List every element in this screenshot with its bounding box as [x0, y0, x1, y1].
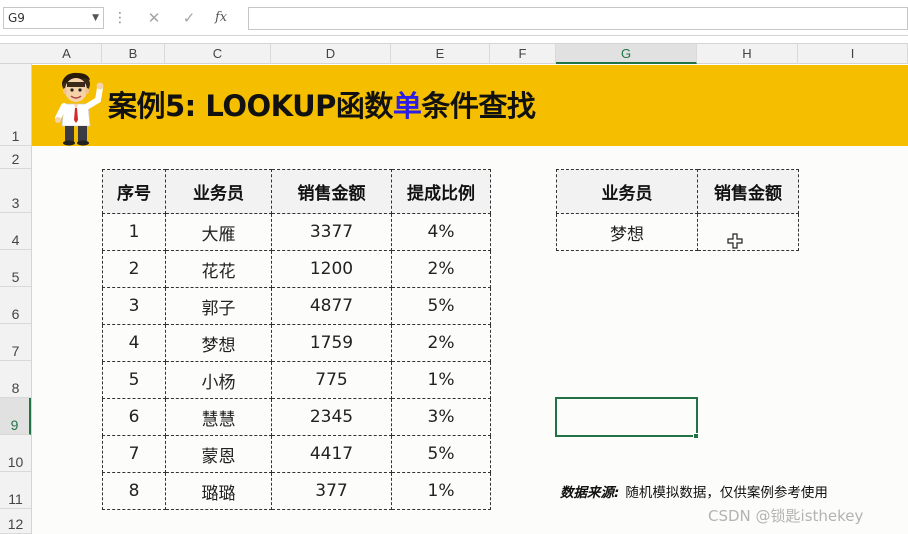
lookup-table: 业务员 销售金额 梦想 — [556, 169, 799, 251]
header-commission-rate[interactable]: 提成比例 — [391, 169, 491, 214]
row-header-11[interactable]: 11 — [0, 472, 31, 509]
cell-commission-rate[interactable]: 2% — [391, 324, 491, 362]
header-sales-amount[interactable]: 销售金额 — [271, 169, 392, 214]
note-label: 数据来源: — [560, 485, 620, 501]
name-box-value: G9 — [8, 11, 25, 25]
row-header-12[interactable]: 12 — [0, 509, 31, 534]
cell-commission-rate[interactable]: 4% — [391, 213, 491, 251]
column-header-h[interactable]: H — [697, 44, 798, 64]
column-header-d[interactable]: D — [271, 44, 391, 64]
column-header-b[interactable]: B — [102, 44, 165, 64]
sales-table: 序号 业务员 销售金额 提成比例 1 大雁 3377 4% 2 花花 1200 … — [102, 169, 491, 510]
table-row: 4 梦想 1759 2% — [102, 324, 491, 362]
table-row: 3 郭子 4877 5% — [102, 287, 491, 325]
cell-commission-rate[interactable]: 2% — [391, 250, 491, 288]
cell-salesperson[interactable]: 梦想 — [165, 324, 272, 362]
cell-commission-rate[interactable]: 1% — [391, 361, 491, 399]
cell-sales-amount[interactable]: 2345 — [271, 398, 392, 436]
cell-commission-rate[interactable]: 3% — [391, 398, 491, 436]
header-salesperson[interactable]: 业务员 — [165, 169, 272, 214]
title-highlight: 单 — [392, 89, 422, 123]
insert-function-icon[interactable]: fx — [215, 8, 237, 28]
cell-salesperson[interactable]: 蒙恩 — [165, 435, 272, 473]
table-row: 梦想 — [556, 213, 799, 251]
column-header-a[interactable]: A — [32, 44, 102, 64]
cell-sales-amount[interactable]: 3377 — [271, 213, 392, 251]
cell-salesperson[interactable]: 郭子 — [165, 287, 272, 325]
row-header-4[interactable]: 4 — [0, 213, 31, 250]
lookup-cell-salesperson[interactable]: 梦想 — [556, 213, 698, 251]
cell-salesperson[interactable]: 璐璐 — [165, 472, 272, 510]
cell-salesperson[interactable]: 慧慧 — [165, 398, 272, 436]
table-row: 8 璐璐 377 1% — [102, 472, 491, 510]
cell-index[interactable]: 8 — [102, 472, 166, 510]
fx-label: fx — [215, 10, 228, 25]
cell-sales-amount[interactable]: 377 — [271, 472, 392, 510]
cell-salesperson[interactable]: 小杨 — [165, 361, 272, 399]
cell-index[interactable]: 7 — [102, 435, 166, 473]
row-header-7[interactable]: 7 — [0, 324, 31, 361]
chevron-down-icon[interactable]: ▼ — [92, 8, 99, 28]
table-row: 5 小杨 775 1% — [102, 361, 491, 399]
cartoon-businessman-image — [54, 70, 106, 146]
row-header-8[interactable]: 8 — [0, 361, 31, 398]
lookup-cell-sales-amount[interactable] — [697, 213, 799, 251]
cell-sales-amount[interactable]: 1200 — [271, 250, 392, 288]
note-text: 随机模拟数据，仅供案例参考使用 — [625, 485, 828, 501]
cell-sales-amount[interactable]: 4417 — [271, 435, 392, 473]
cell-sales-amount[interactable]: 1759 — [271, 324, 392, 362]
row-header-2[interactable]: 2 — [0, 146, 31, 169]
cell-index[interactable]: 3 — [102, 287, 166, 325]
fill-handle[interactable] — [693, 433, 699, 439]
row-header-3[interactable]: 3 — [0, 169, 31, 213]
table-row: 6 慧慧 2345 3% — [102, 398, 491, 436]
cell-index[interactable]: 6 — [102, 398, 166, 436]
cell-salesperson[interactable]: 大雁 — [165, 213, 272, 251]
cell-sales-amount[interactable]: 4877 — [271, 287, 392, 325]
watermark: CSDN @锁匙isthekey — [708, 507, 864, 525]
title-prefix: 案例5: LOOKUP函数 — [108, 89, 393, 123]
column-header-bar: A B C D E F G H I — [0, 43, 908, 64]
formula-input[interactable] — [248, 7, 908, 30]
row-header-9[interactable]: 9 — [0, 398, 31, 435]
cell-index[interactable]: 4 — [102, 324, 166, 362]
cell-commission-rate[interactable]: 1% — [391, 472, 491, 510]
lookup-header-salesperson[interactable]: 业务员 — [556, 169, 698, 214]
cell-index[interactable]: 5 — [102, 361, 166, 399]
selected-cell-g9[interactable] — [555, 397, 698, 437]
formula-bar: G9 ▼ ⋮ ✕ ✓ fx — [0, 0, 908, 36]
name-box[interactable]: G9 ▼ — [3, 7, 104, 29]
data-source-note: 数据来源: 随机模拟数据，仅供案例参考使用 — [560, 481, 828, 501]
cancel-icon[interactable]: ✕ — [146, 8, 162, 28]
vertical-ellipsis-icon[interactable]: ⋮ — [113, 9, 127, 27]
header-index[interactable]: 序号 — [102, 169, 166, 214]
column-header-i[interactable]: I — [798, 44, 908, 64]
cell-select-cursor-icon — [727, 233, 743, 249]
column-header-f[interactable]: F — [490, 44, 556, 64]
row-header-5[interactable]: 5 — [0, 250, 31, 287]
check-icon[interactable]: ✓ — [181, 8, 197, 28]
table-row: 2 花花 1200 2% — [102, 250, 491, 288]
lookup-header-sales-amount[interactable]: 销售金额 — [697, 169, 799, 214]
column-header-c[interactable]: C — [165, 44, 271, 64]
cell-salesperson[interactable]: 花花 — [165, 250, 272, 288]
title-suffix: 条件查找 — [421, 89, 536, 123]
cell-commission-rate[interactable]: 5% — [391, 435, 491, 473]
row-header-6[interactable]: 6 — [0, 287, 31, 324]
column-header-g[interactable]: G — [556, 44, 697, 64]
cell-index[interactable]: 1 — [102, 213, 166, 251]
column-header-e[interactable]: E — [391, 44, 490, 64]
row-header-1[interactable]: 1 — [0, 64, 31, 146]
cell-sales-amount[interactable]: 775 — [271, 361, 392, 399]
cell-index[interactable]: 2 — [102, 250, 166, 288]
table-row: 7 蒙恩 4417 5% — [102, 435, 491, 473]
row-header-10[interactable]: 10 — [0, 435, 31, 472]
page-title: 案例5: LOOKUP函数单条件查找 — [108, 84, 536, 128]
cell-commission-rate[interactable]: 5% — [391, 287, 491, 325]
row-header-bar: 1 2 3 4 5 6 7 8 9 10 11 12 — [0, 64, 32, 534]
table-row: 1 大雁 3377 4% — [102, 213, 491, 251]
